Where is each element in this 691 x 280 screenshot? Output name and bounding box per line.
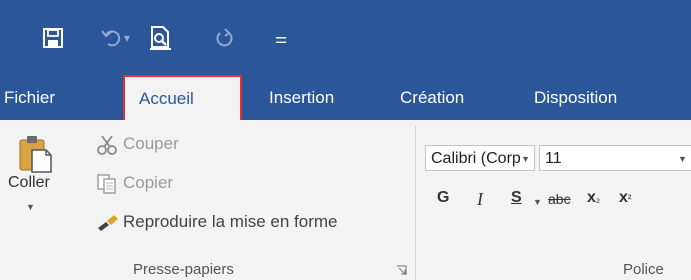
format-painter-icon xyxy=(98,215,118,231)
quick-access-toolbar: ▾ ⚌ xyxy=(0,0,691,75)
redo-icon xyxy=(216,28,233,47)
copy-label: Copier xyxy=(123,173,174,192)
copy-button[interactable]: Copier xyxy=(96,171,226,199)
superscript-base: x xyxy=(619,189,628,206)
chevron-down-icon: ▾ xyxy=(123,31,131,45)
paste-label: Coller xyxy=(8,174,50,191)
superscript-button[interactable]: x² xyxy=(619,189,632,207)
paste-button[interactable]: Coller ▼ xyxy=(8,130,60,220)
underline-button[interactable]: S xyxy=(511,189,522,207)
font-size-value: 11 xyxy=(545,150,562,167)
cut-button[interactable]: Couper xyxy=(96,132,226,160)
superscript-mark: ² xyxy=(627,193,632,205)
undo-dropdown[interactable]: ▾ xyxy=(120,22,134,54)
undo-icon xyxy=(101,30,121,47)
italic-button[interactable]: I xyxy=(477,189,483,210)
tab-accueil[interactable]: Accueil xyxy=(123,75,242,120)
customize-icon: ⚌ xyxy=(274,29,288,46)
font-name-value: Calibri (Corp xyxy=(431,150,521,167)
bold-button[interactable]: G xyxy=(437,189,449,207)
tab-insertion[interactable]: Insertion xyxy=(269,75,334,120)
tab-creation[interactable]: Création xyxy=(400,75,464,120)
print-preview-icon xyxy=(150,26,171,50)
font-group-label: Police xyxy=(623,261,664,278)
font-name-combobox[interactable]: Calibri (Corp ▼ xyxy=(425,145,535,171)
subscript-button[interactable]: x₂ xyxy=(587,189,600,207)
clipboard-paste-icon xyxy=(19,136,52,173)
font-size-combobox[interactable]: 11 ▼ xyxy=(539,145,691,171)
strikethrough-button[interactable]: abc xyxy=(548,191,571,207)
group-separator xyxy=(415,126,416,280)
dialog-launcher-icon[interactable] xyxy=(396,265,407,276)
redo-button[interactable] xyxy=(210,22,240,54)
subscript-mark: ₂ xyxy=(595,193,601,205)
copy-icon xyxy=(97,174,116,194)
save-icon xyxy=(43,28,63,48)
underline-dropdown-chevron-down-icon[interactable]: ▼ xyxy=(533,197,542,207)
format-painter-button[interactable]: Reproduire la mise en forme xyxy=(96,210,416,238)
chevron-down-icon: ▼ xyxy=(678,154,687,164)
ribbon-home: Coller ▼ Couper Copier Reproduire la mis… xyxy=(0,120,691,280)
save-button[interactable] xyxy=(38,22,68,54)
tab-disposition[interactable]: Disposition xyxy=(534,75,617,120)
cut-label: Couper xyxy=(123,134,179,153)
customize-qat-button[interactable]: ⚌ xyxy=(266,22,296,54)
format-painter-label: Reproduire la mise en forme xyxy=(123,212,338,231)
ribbon-tabs: Fichier Accueil Insertion Création Dispo… xyxy=(0,75,691,120)
chevron-down-icon: ▼ xyxy=(26,202,35,212)
subscript-base: x xyxy=(587,189,596,206)
clipboard-group-label: Presse-papiers xyxy=(133,261,234,278)
chevron-down-icon: ▼ xyxy=(521,154,530,164)
tab-fichier[interactable]: Fichier xyxy=(4,75,55,120)
scissors-icon xyxy=(97,135,117,155)
print-preview-button[interactable] xyxy=(146,22,176,54)
